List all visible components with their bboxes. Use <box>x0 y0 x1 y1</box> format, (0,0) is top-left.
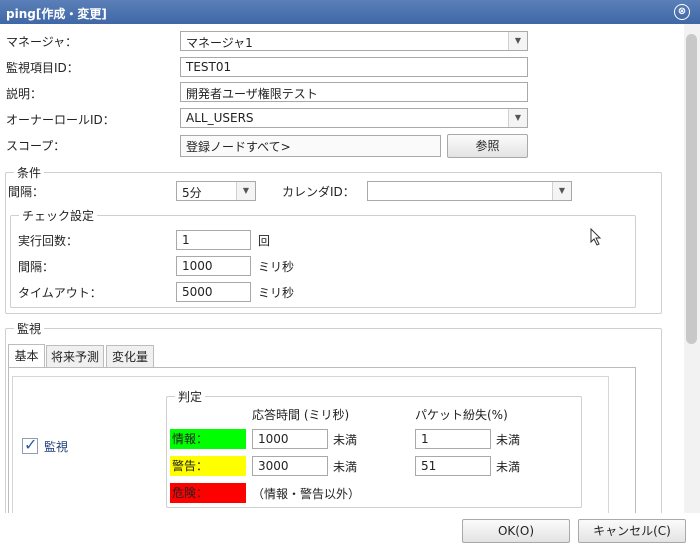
info-response-suffix: 未満 <box>333 433 358 447</box>
condition-legend: 条件 <box>17 166 42 180</box>
owner-role-value: ALL_USERS <box>186 111 254 125</box>
chevron-down-icon[interactable]: ▼ <box>236 182 255 200</box>
manager-label: マネージャ： <box>6 35 78 49</box>
scope-label: スコープ： <box>6 139 66 153</box>
monitor-checkbox[interactable]: ✓ <box>22 435 38 454</box>
check-interval-label: 間隔： <box>18 260 55 274</box>
info-packet-field[interactable]: 1 <box>415 429 491 449</box>
crit-label: 危険： <box>170 483 246 503</box>
manager-value: マネージャ1 <box>186 36 253 50</box>
warn-packet-suffix: 未満 <box>496 460 521 474</box>
dialog-footer: OK(O) キャンセル(C) <box>0 513 700 553</box>
runs-field[interactable]: 1 <box>176 230 251 250</box>
warn-packet-field[interactable]: 51 <box>415 456 491 476</box>
check-interval-field[interactable]: 1000 <box>176 256 251 276</box>
check-legend: チェック設定 <box>22 209 95 223</box>
condition-interval-select[interactable]: 5分 ▼ <box>176 181 256 201</box>
response-time-header: 応答時間 (ミリ秒) <box>252 408 350 422</box>
packet-loss-header: パケット紛失(%) <box>415 408 508 422</box>
description-field[interactable]: 開発者ユーザ権限テスト <box>180 82 528 102</box>
timeout-unit: ミリ秒 <box>258 286 295 300</box>
dialog-content: マネージャ： マネージャ1 ▼ 監視項目ID： TEST01 説明： 開発者ユー… <box>0 24 684 513</box>
cancel-button[interactable]: キャンセル(C) <box>578 519 686 543</box>
calendar-label: カレンダID： <box>282 185 355 199</box>
info-response-field[interactable]: 1000 <box>252 429 328 449</box>
warn-label: 警告： <box>170 456 246 476</box>
condition-interval-value: 5分 <box>182 186 202 200</box>
timeout-field[interactable]: 5000 <box>176 282 251 302</box>
close-icon[interactable]: ⊗ <box>674 4 690 20</box>
judgement-legend: 判定 <box>178 390 203 404</box>
description-label: 説明： <box>6 87 43 101</box>
crit-note: （情報・警告以外） <box>252 487 361 501</box>
runs-label: 実行回数： <box>18 234 79 248</box>
check-interval-unit: ミリ秒 <box>258 260 295 274</box>
info-packet-suffix: 未満 <box>496 433 521 447</box>
scope-ref-button[interactable]: 参照 <box>447 134 528 158</box>
tab-basic[interactable]: 基本 <box>8 344 45 367</box>
monitor-id-field[interactable]: TEST01 <box>180 57 528 77</box>
scrollbar-thumb[interactable] <box>686 34 697 344</box>
chevron-down-icon[interactable]: ▼ <box>552 182 571 200</box>
monitor-id-label: 監視項目ID： <box>6 61 79 75</box>
warn-response-field[interactable]: 3000 <box>252 456 328 476</box>
warn-response-suffix: 未満 <box>333 460 358 474</box>
manager-select[interactable]: マネージャ1 ▼ <box>180 31 528 51</box>
scope-field: 登録ノードすべて> <box>180 135 441 157</box>
chevron-down-icon[interactable]: ▼ <box>508 109 527 127</box>
tab-change[interactable]: 変化量 <box>106 345 154 367</box>
monitor-legend: 監視 <box>17 322 42 336</box>
ok-button[interactable]: OK(O) <box>462 519 570 543</box>
vertical-scrollbar[interactable] <box>684 24 700 513</box>
check-group: チェック設定 <box>10 207 636 308</box>
owner-role-select[interactable]: ALL_USERS ▼ <box>180 108 528 128</box>
owner-role-label: オーナーロールID： <box>6 113 115 127</box>
dialog-title: ping[作成・変更] <box>6 7 107 21</box>
dialog-titlebar: ping[作成・変更] ⊗ <box>0 0 700 24</box>
cursor-icon <box>590 228 602 246</box>
calendar-select[interactable]: ▼ <box>367 181 572 201</box>
condition-interval-label: 間隔： <box>8 185 45 199</box>
check-icon: ✓ <box>24 435 38 454</box>
info-label: 情報： <box>170 429 246 449</box>
runs-unit: 回 <box>258 234 271 248</box>
tab-forecast[interactable]: 将来予測 <box>46 345 104 367</box>
timeout-label: タイムアウト： <box>18 286 102 300</box>
chevron-down-icon[interactable]: ▼ <box>508 32 527 50</box>
monitor-checkbox-label: 監視 <box>44 440 69 454</box>
